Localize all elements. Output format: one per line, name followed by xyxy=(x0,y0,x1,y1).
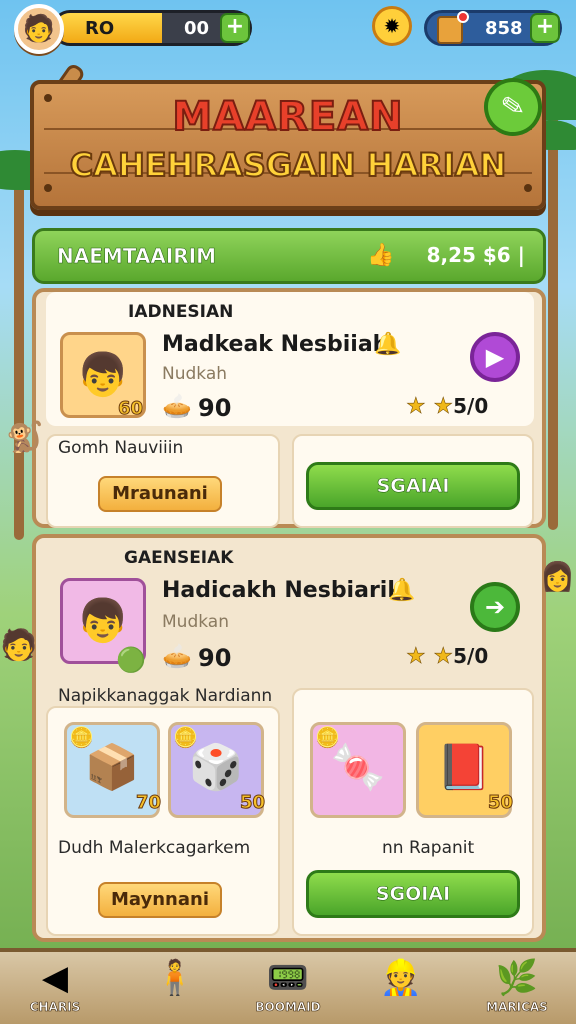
reward-pill-2[interactable]: Maynnani xyxy=(98,882,222,918)
leaf-icon: 🌿 xyxy=(495,958,539,998)
arrow-back-icon: ◀ xyxy=(41,958,69,998)
nail-icon xyxy=(524,184,532,192)
rewards-left-caption: Dudh Malerkcagarkem xyxy=(58,838,251,858)
villager-icon: 🧑 xyxy=(0,628,38,663)
sun-icon[interactable]: ✹ xyxy=(372,6,412,46)
candy-icon: 🍬 xyxy=(330,742,386,793)
book-icon: 📕 xyxy=(436,742,492,793)
reward-tile-1[interactable]: 📦 🪙 70 xyxy=(64,722,162,818)
pie-count-2: 90 xyxy=(198,644,232,672)
section-header: NAEMTAAIRIM 👍 8,25 $6 | xyxy=(32,228,546,284)
green-gem-icon: 🟢 xyxy=(116,646,146,674)
top-bar: RO 00 🧑 + ✹ 858 + xyxy=(0,0,576,60)
stars-text: ★ ★ xyxy=(406,394,454,420)
device-icon: 📟 xyxy=(266,958,310,998)
rewards-right-caption: nn Rapanit xyxy=(382,838,475,858)
bell-icon: 🔔 xyxy=(374,332,402,357)
reward-tile-3[interactable]: 🍬 🪙 xyxy=(310,722,406,818)
task-section-title: IADNESIAN xyxy=(128,302,234,322)
title-sign: MAAREAN CAHEHRASGAIN HARIAN xyxy=(30,80,546,210)
play-button[interactable]: ▶ xyxy=(470,332,520,382)
pie-count: 90 xyxy=(198,394,232,422)
nav-label: MARICAS xyxy=(486,1000,548,1015)
add-xp-button[interactable]: + xyxy=(220,13,250,43)
task-name-2: Hadicakh Nesbiarik xyxy=(162,578,402,603)
villager-icon: 👩 xyxy=(540,560,575,593)
task-subtitle: Nudkah xyxy=(162,364,228,384)
pie-icon: 🥧 xyxy=(162,392,192,420)
reward-tile-2[interactable]: 🎲 🪙 50 xyxy=(168,722,266,818)
nav-item-boomaid[interactable]: 📟 BOOMAID xyxy=(243,956,333,1024)
rewards-caption: Napikkanaggak Nardiann xyxy=(58,686,273,706)
add-gems-button[interactable]: + xyxy=(530,13,560,43)
reward-caption: Gomh Nauviiin xyxy=(58,438,184,458)
section-header-label: NAEMTAAIRIM xyxy=(57,244,217,269)
bottom-nav: ◀ CHARIS 🧍 📟 BOOMAID 👷 🌿 MARICAS xyxy=(0,948,576,1024)
tile-badge-4: 50 xyxy=(487,792,513,813)
page-title: MAAREAN xyxy=(171,93,404,141)
level-badge: 60 xyxy=(117,398,144,420)
claim-button-2[interactable]: SGOIAI xyxy=(306,870,520,918)
nav-label: CHARIS xyxy=(29,1000,81,1015)
page-subtitle: CAHEHRASGAIN HARIAN xyxy=(69,145,508,185)
coin-icon: 🪙 xyxy=(315,725,340,749)
reward-pill[interactable]: Mraunani xyxy=(98,476,222,512)
bell-icon: 🔔 xyxy=(388,578,416,603)
nav-item-charis[interactable]: ◀ CHARIS xyxy=(10,956,100,1024)
nav-item-player[interactable]: 🧍 xyxy=(130,956,220,1024)
xp-value: 00 xyxy=(183,18,209,39)
coin-icon: 🪙 xyxy=(173,725,198,749)
nav-label: BOOMAID xyxy=(255,1000,321,1015)
task-subtitle-2: Mudkan xyxy=(162,612,229,632)
tile-badge-2: 50 xyxy=(239,792,265,813)
nail-icon xyxy=(44,184,52,192)
star-rating-icon: ★ ★5/0 xyxy=(406,644,489,670)
notification-dot-icon xyxy=(457,11,469,23)
coin-icon: 🪙 xyxy=(69,725,94,749)
reward-tile-4[interactable]: 📕 50 xyxy=(416,722,514,818)
star-rating-icon: ★ ★5/0 xyxy=(406,394,489,420)
dice-icon: 🎲 xyxy=(188,742,244,793)
go-button[interactable]: ➔ xyxy=(470,582,520,632)
monkey-icon: 🐒 xyxy=(6,420,44,455)
gem-value: 858 xyxy=(485,18,523,39)
player-icon: 🧍 xyxy=(153,958,197,998)
task-panel-1: IADNESIAN 👦 60 Madkeak Nesbiiah 🔔 Nudkah… xyxy=(32,288,546,528)
star-value-2: 5/0 xyxy=(453,644,489,668)
star-value: 5/0 xyxy=(453,394,489,418)
tile-badge-1: 70 xyxy=(135,792,161,813)
pie-icon: 🥧 xyxy=(162,642,192,670)
player-avatar[interactable]: 🧑 xyxy=(14,4,64,54)
stars-text-2: ★ ★ xyxy=(406,644,454,670)
hand-icon: 👍 xyxy=(367,243,395,268)
nav-item-chef[interactable]: 👷 xyxy=(356,956,446,1024)
section-header-stat: 8,25 $6 | xyxy=(426,243,525,267)
claim-button[interactable]: SGAIAI xyxy=(306,462,520,510)
task-name: Madkeak Nesbiiah xyxy=(162,332,389,357)
task-panel-2: GAENSEIAK 👦 🟢 Hadicakh Nesbiarik 🔔 Mudka… xyxy=(32,534,546,942)
nav-item-maricas[interactable]: 🌿 MARICAS xyxy=(472,956,562,1024)
task-section-title-2: GAENSEIAK xyxy=(124,548,234,568)
xp-label: RO xyxy=(85,18,115,39)
box-icon: 📦 xyxy=(84,742,140,793)
chef-icon: 👷 xyxy=(379,958,423,998)
